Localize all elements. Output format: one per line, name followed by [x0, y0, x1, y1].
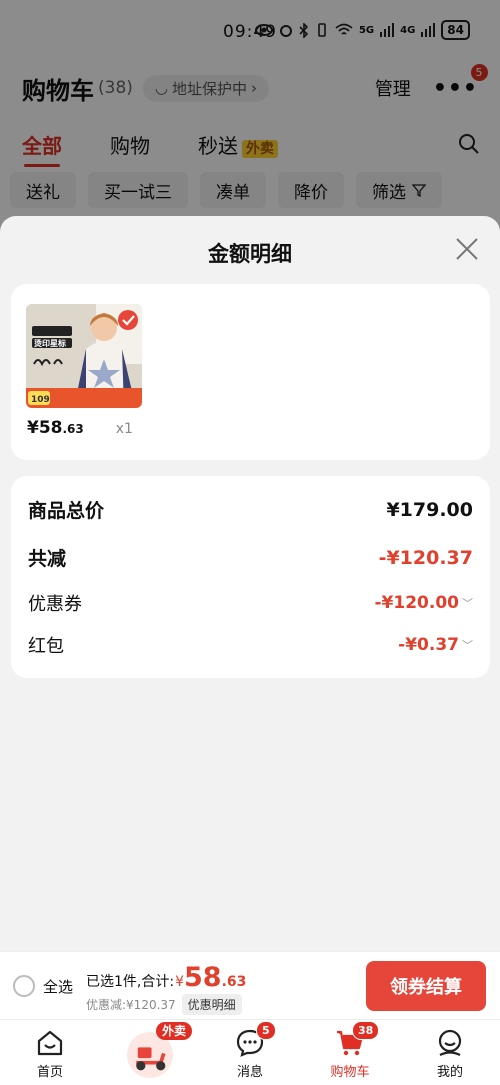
- nav-waimai[interactable]: 外卖: [100, 1020, 200, 1085]
- chevron-down-icon: ﹀: [462, 639, 473, 652]
- cart-badge: 38: [352, 1021, 380, 1040]
- row-reduce: 共减 -¥120.37: [28, 544, 473, 571]
- checkout-button[interactable]: 领券结算: [366, 961, 486, 1011]
- messages-badge: 5: [256, 1021, 276, 1040]
- checkout-total: 已选1件,合计: ¥ 58 .63: [86, 962, 247, 993]
- coupon-label: 优惠券: [28, 594, 82, 615]
- redpack-value-wrap: -¥0.37 ﹀: [398, 635, 473, 655]
- close-icon[interactable]: [454, 236, 480, 262]
- coupon-value: -¥120.00: [374, 593, 460, 613]
- product-qty: x1: [115, 421, 133, 437]
- total-label: 商品总价: [28, 500, 105, 522]
- select-all-label[interactable]: 全选: [43, 976, 73, 997]
- amount-detail-sheet: 金额明细 烫印星标 109 ¥58 .63 x1 商品总价 ¥179.00 共减…: [0, 216, 500, 951]
- product-price-row: ¥58 .63 x1: [27, 418, 133, 438]
- nav-home[interactable]: 首页: [0, 1020, 100, 1085]
- product-card: 烫印星标 109 ¥58 .63 x1: [11, 284, 490, 460]
- chevron-down-icon: ﹀: [462, 597, 473, 610]
- product-price-dec: .63: [62, 422, 84, 436]
- nav-home-label: 首页: [36, 1065, 63, 1080]
- sheet-title: 金额明细: [208, 242, 292, 266]
- discount-line: 优惠减:¥120.37 优惠明细: [86, 994, 242, 1015]
- product-image: 烫印星标 109: [26, 304, 142, 408]
- coupon-value-wrap: -¥120.00 ﹀: [375, 593, 474, 613]
- row-coupon[interactable]: 优惠券 -¥120.00 ﹀: [28, 590, 473, 616]
- select-all-radio[interactable]: [13, 975, 35, 997]
- total-dec: .63: [221, 974, 247, 990]
- redpack-label: 红包: [28, 636, 64, 657]
- total-currency: ¥: [175, 974, 184, 990]
- checkout-bar: 全选 已选1件,合计: ¥ 58 .63 优惠减:¥120.37 优惠明细 领券…: [0, 951, 500, 1019]
- nav-cart-label: 购物车: [330, 1065, 370, 1080]
- nav-me[interactable]: 我的: [400, 1020, 500, 1085]
- total-value: ¥179.00: [386, 498, 473, 521]
- amount-summary-card: 商品总价 ¥179.00 共减 -¥120.37 优惠券 -¥120.00 ﹀ …: [11, 476, 490, 678]
- redpack-value: -¥0.37: [398, 635, 459, 655]
- total-int: 58: [184, 962, 222, 993]
- nav-cart[interactable]: 购物车 38: [300, 1020, 400, 1085]
- home-icon: [37, 1030, 63, 1056]
- dim-overlay[interactable]: [0, 0, 500, 240]
- nav-messages-label: 消息: [236, 1065, 263, 1080]
- discount-text: 优惠减:¥120.37: [86, 998, 176, 1012]
- reduce-value: -¥120.37: [378, 546, 473, 569]
- nav-me-label: 我的: [436, 1065, 463, 1080]
- product-price-int: ¥58: [27, 418, 63, 438]
- product-thumbnail[interactable]: 烫印星标 109: [26, 304, 142, 408]
- selected-text: 已选1件,合计:: [86, 974, 175, 990]
- nav-messages[interactable]: 消息 5: [200, 1020, 300, 1085]
- thumb-price-tag: 109: [31, 395, 50, 405]
- thumb-title: 烫印星标: [34, 338, 66, 348]
- row-redpack[interactable]: 红包 -¥0.37 ﹀: [28, 632, 473, 658]
- bottom-nav: 首页 外卖 消息 5 购物车 38 我的: [0, 1019, 500, 1085]
- discount-detail-button[interactable]: 优惠明细: [181, 994, 242, 1015]
- profile-icon: [438, 1029, 462, 1056]
- reduce-label: 共减: [28, 548, 67, 570]
- row-total: 商品总价 ¥179.00: [28, 496, 473, 523]
- waimai-badge: 外卖: [156, 1022, 193, 1040]
